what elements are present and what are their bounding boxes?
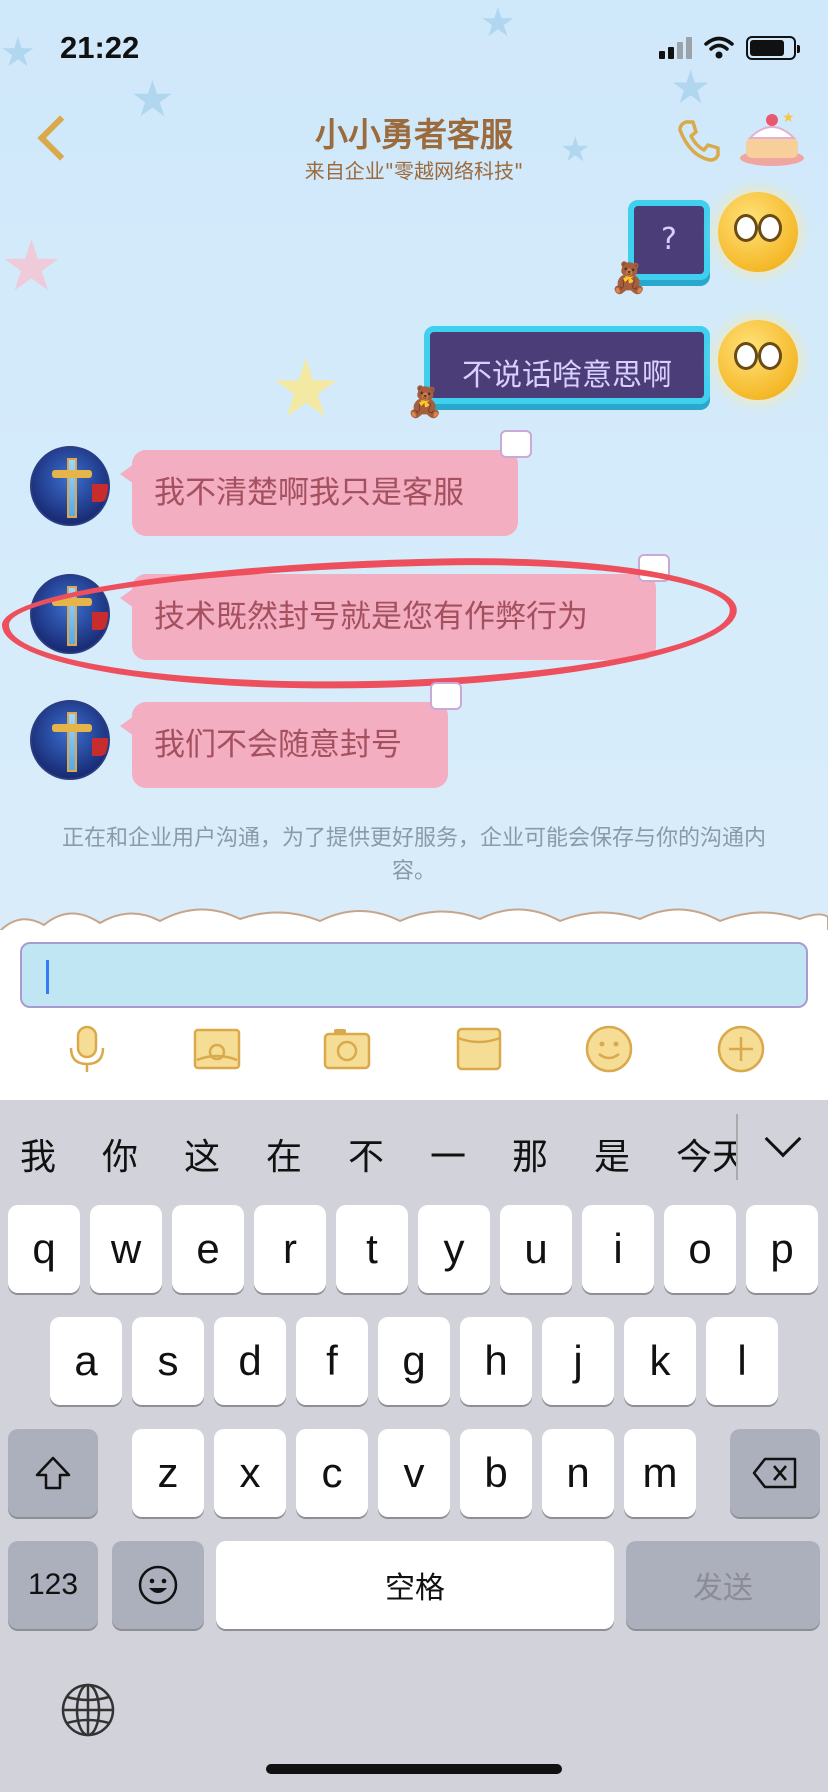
message-text: 我们不会随意封号 xyxy=(154,727,402,763)
key-v[interactable]: v xyxy=(378,1429,450,1517)
key-z[interactable]: z xyxy=(132,1429,204,1517)
candidate-bar: 我 你 这 在 不 一 那 是 今天 xyxy=(0,1100,828,1202)
bear-sticker-icon: 🧸 xyxy=(610,261,648,296)
shift-arrow-icon xyxy=(35,1456,71,1490)
shift-key[interactable] xyxy=(8,1429,98,1517)
sticker-decoration-icon xyxy=(500,430,532,458)
key-a[interactable]: a xyxy=(50,1317,122,1405)
agent-avatar[interactable] xyxy=(30,446,110,526)
agent-avatar[interactable] xyxy=(30,700,110,780)
key-w[interactable]: w xyxy=(90,1205,162,1293)
message-text: 不说话啥意思啊 xyxy=(462,358,672,393)
emoji-face-icon xyxy=(138,1565,178,1605)
message-bubble-outgoing[interactable]: ? 🧸 xyxy=(610,200,710,296)
candidate-word[interactable]: 你 xyxy=(102,1128,138,1180)
chat-header: 小小勇者客服 来自企业"零越网络科技" ★ xyxy=(0,100,828,190)
key-i[interactable]: i xyxy=(582,1205,654,1293)
keyboard: 我 你 这 在 不 一 那 是 今天 q w e r t y u i o p a… xyxy=(0,1100,828,1792)
candidate-word[interactable]: 这 xyxy=(184,1128,220,1180)
star-decoration-icon: ★ xyxy=(0,225,63,307)
key-j[interactable]: j xyxy=(542,1317,614,1405)
message-text: 我不清楚啊我只是客服 xyxy=(154,475,464,511)
text-caret xyxy=(46,960,49,994)
candidate-word[interactable]: 一 xyxy=(430,1128,466,1180)
emoji-sticker-icon xyxy=(718,320,798,400)
status-bar: 21:22 xyxy=(0,0,828,100)
emoji-sticker-icon xyxy=(718,192,798,272)
key-e[interactable]: e xyxy=(172,1205,244,1293)
camera-icon[interactable] xyxy=(322,1024,372,1074)
key-y[interactable]: y xyxy=(418,1205,490,1293)
candidate-divider xyxy=(736,1114,738,1180)
candidate-word[interactable]: 那 xyxy=(512,1128,548,1180)
numbers-key[interactable]: 123 xyxy=(8,1541,98,1629)
svg-text:★: ★ xyxy=(782,110,795,126)
folder-icon[interactable] xyxy=(454,1024,504,1074)
key-n[interactable]: n xyxy=(542,1429,614,1517)
plus-icon[interactable] xyxy=(716,1024,766,1074)
globe-icon[interactable] xyxy=(60,1682,116,1738)
sticker-decoration-icon xyxy=(430,682,462,710)
emoji-icon[interactable] xyxy=(584,1024,634,1074)
message-bubble-outgoing[interactable]: 不说话啥意思啊 🧸 xyxy=(406,326,710,420)
chevron-down-icon[interactable] xyxy=(764,1120,802,1158)
backspace-icon xyxy=(752,1457,797,1489)
key-d[interactable]: d xyxy=(214,1317,286,1405)
send-key[interactable]: 发送 xyxy=(626,1541,820,1629)
backspace-key[interactable] xyxy=(730,1429,820,1517)
bear-sticker-icon: 🧸 xyxy=(406,385,444,420)
home-indicator[interactable] xyxy=(266,1764,562,1774)
key-x[interactable]: x xyxy=(214,1429,286,1517)
key-h[interactable]: h xyxy=(460,1317,532,1405)
key-k[interactable]: k xyxy=(624,1317,696,1405)
candidate-word[interactable]: 我 xyxy=(20,1128,56,1180)
key-q[interactable]: q xyxy=(8,1205,80,1293)
privacy-notice: 正在和企业用户沟通，为了提供更好服务，企业可能会保存与你的沟通内容。 xyxy=(61,826,766,884)
candidate-word[interactable]: 是 xyxy=(594,1128,630,1180)
status-time: 21:22 xyxy=(60,30,140,65)
key-o[interactable]: o xyxy=(664,1205,736,1293)
microphone-icon[interactable] xyxy=(62,1024,112,1074)
key-g[interactable]: g xyxy=(378,1317,450,1405)
key-s[interactable]: s xyxy=(132,1317,204,1405)
key-p[interactable]: p xyxy=(746,1205,818,1293)
message-text: ? xyxy=(661,222,677,257)
input-area xyxy=(0,930,828,1100)
star-decoration-icon: ★ xyxy=(270,342,342,435)
wifi-icon xyxy=(704,36,734,59)
phone-icon[interactable] xyxy=(676,118,720,162)
message-input[interactable] xyxy=(20,942,808,1008)
key-f[interactable]: f xyxy=(296,1317,368,1405)
photo-icon[interactable] xyxy=(192,1024,242,1074)
key-t[interactable]: t xyxy=(336,1205,408,1293)
key-u[interactable]: u xyxy=(500,1205,572,1293)
candidate-word[interactable]: 在 xyxy=(266,1128,302,1180)
status-icons xyxy=(659,36,800,60)
message-bubble-incoming[interactable]: 我不清楚啊我只是客服 xyxy=(120,430,532,536)
candidate-word[interactable]: 不 xyxy=(348,1128,384,1180)
key-b[interactable]: b xyxy=(460,1429,532,1517)
candidate-word[interactable]: 今天 xyxy=(676,1128,736,1180)
key-r[interactable]: r xyxy=(254,1205,326,1293)
key-m[interactable]: m xyxy=(624,1429,696,1517)
key-l[interactable]: l xyxy=(706,1317,778,1405)
emoji-key[interactable] xyxy=(112,1541,204,1629)
message-bubble-incoming[interactable]: 我们不会随意封号 xyxy=(120,682,462,788)
space-key[interactable]: 空格 xyxy=(216,1541,614,1629)
cellular-signal-icon xyxy=(659,37,692,59)
battery-icon xyxy=(746,36,800,60)
key-c[interactable]: c xyxy=(296,1429,368,1517)
cake-icon[interactable]: ★ xyxy=(736,108,808,170)
